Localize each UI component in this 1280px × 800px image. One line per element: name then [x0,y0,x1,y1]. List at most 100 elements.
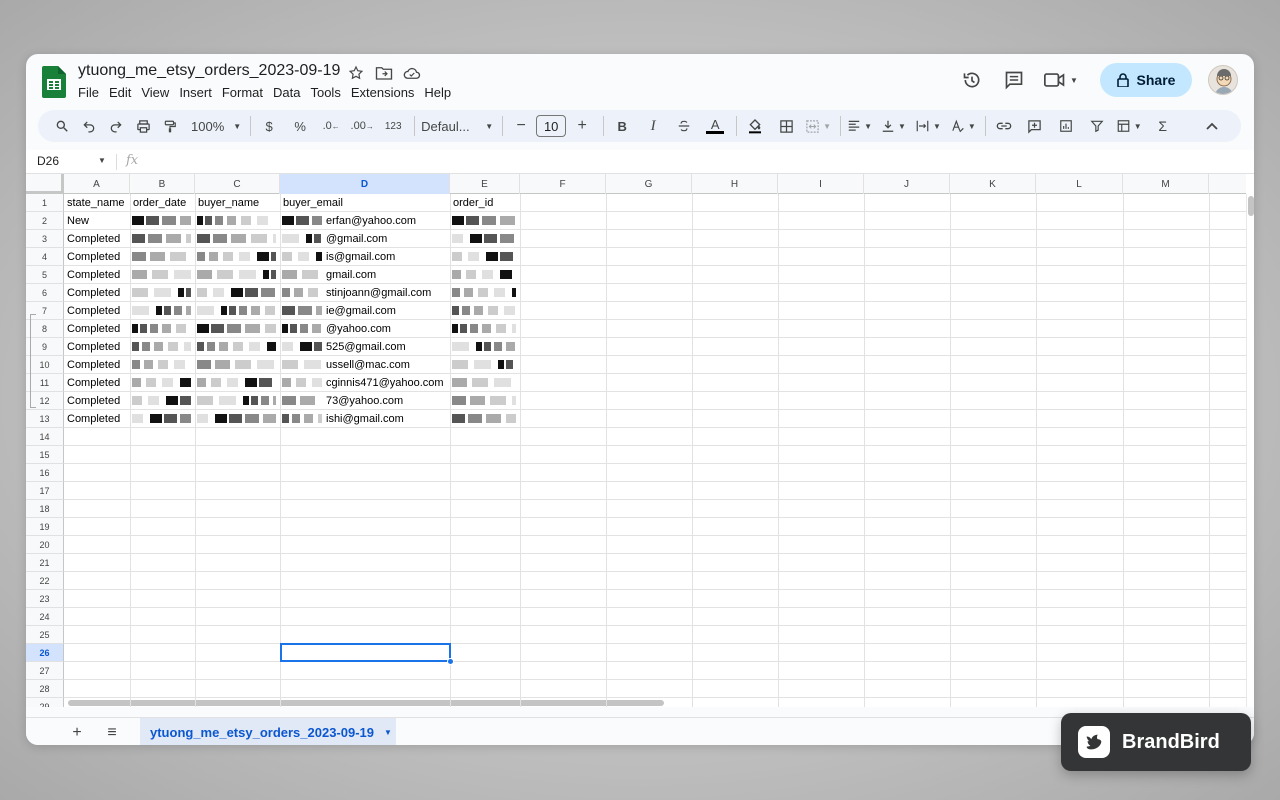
video-call-icon[interactable]: ▼ [1038,62,1084,98]
merge-cells-icon[interactable]: ▼ [805,114,831,138]
state-name-cell[interactable]: Completed [64,248,130,266]
avatar[interactable] [1208,65,1238,95]
column-header-i[interactable]: I [778,174,864,194]
buyer-email-cell[interactable]: cginnis471@yahoo.com [326,374,450,392]
filter-views-icon[interactable]: ▼ [1116,114,1142,138]
row-group-bracket[interactable] [30,314,36,408]
menu-file[interactable]: File [78,84,109,102]
row-header-22[interactable]: 22 [26,572,64,590]
insert-chart-icon[interactable] [1054,114,1078,138]
menu-format[interactable]: Format [222,84,273,102]
state-name-cell[interactable]: Completed [64,266,130,284]
font-size-input[interactable]: 10 [536,115,567,137]
zoom-select[interactable]: 100% ▼ [191,114,241,138]
bold-button[interactable]: B [610,114,634,138]
increase-font-size-button[interactable]: + [570,114,594,138]
italic-button[interactable]: I [641,114,665,138]
share-button[interactable]: Share [1100,63,1192,97]
collapse-toolbar-icon[interactable] [1200,114,1224,138]
column-header-l[interactable]: L [1036,174,1123,194]
insert-link-icon[interactable] [992,114,1016,138]
name-box[interactable]: D26 [37,154,59,168]
move-folder-icon[interactable] [374,63,394,83]
header-cell[interactable]: buyer_email [280,194,450,212]
row-header-23[interactable]: 23 [26,590,64,608]
row-header-6[interactable]: 6 [26,284,64,302]
strikethrough-button[interactable] [672,114,696,138]
state-name-cell[interactable]: Completed [64,284,130,302]
buyer-email-cell[interactable]: 525@gmail.com [326,338,450,356]
row-header-26[interactable]: 26 [26,644,64,662]
buyer-email-cell[interactable]: 73@yahoo.com [326,392,450,410]
buyer-email-cell[interactable]: @yahoo.com [326,320,450,338]
chevron-down-icon[interactable]: ▼ [384,728,392,737]
buyer-email-cell[interactable]: stinjoann@gmail.com [326,284,450,302]
functions-button[interactable]: Σ [1151,114,1175,138]
selected-cell[interactable] [280,643,451,662]
star-icon[interactable] [346,63,366,83]
horizontal-scroll-thumb[interactable] [68,700,664,706]
column-header-j[interactable]: J [864,174,950,194]
state-name-cell[interactable]: Completed [64,320,130,338]
decrease-font-size-button[interactable]: − [509,114,533,138]
font-select[interactable]: Defaul... ▼ [421,114,493,138]
header-cell[interactable]: state_name [64,194,130,212]
buyer-email-cell[interactable]: ishi@gmail.com [326,410,450,428]
row-header-16[interactable]: 16 [26,464,64,482]
menu-tools[interactable]: Tools [310,84,350,102]
sheets-logo-icon[interactable] [42,66,66,98]
state-name-cell[interactable]: Completed [64,356,130,374]
percent-format-button[interactable]: % [288,114,312,138]
buyer-email-cell[interactable]: ie@gmail.com [326,302,450,320]
select-all-corner[interactable] [26,174,64,194]
row-header-4[interactable]: 4 [26,248,64,266]
row-header-27[interactable]: 27 [26,662,64,680]
column-header-b[interactable]: B [130,174,195,194]
state-name-cell[interactable]: Completed [64,338,130,356]
increase-decimal-button[interactable]: .00 → [350,114,374,138]
column-header-k[interactable]: K [950,174,1036,194]
header-cell[interactable]: order_id [450,194,520,212]
buyer-email-cell[interactable]: erfan@yahoo.com [326,212,450,230]
row-header-1[interactable]: 1 [26,194,64,212]
row-header-13[interactable]: 13 [26,410,64,428]
insert-comment-icon[interactable] [1023,114,1047,138]
buyer-email-cell[interactable]: @gmail.com [326,230,450,248]
fill-handle[interactable] [447,658,454,665]
text-rotation-icon[interactable]: ▼ [950,114,976,138]
state-name-cell[interactable]: New [64,212,130,230]
spreadsheet-grid[interactable]: ABCDEFGHIJKLM 1 2 3 4 5 6 7 8 9 10 11 12 13 14 15 16 17 1… [26,174,1254,707]
menu-insert[interactable]: Insert [179,84,222,102]
state-name-cell[interactable]: Completed [64,230,130,248]
decrease-decimal-button[interactable]: .0 ← [319,114,343,138]
row-header-18[interactable]: 18 [26,500,64,518]
comment-icon[interactable] [996,62,1032,98]
header-cell[interactable]: order_date [130,194,195,212]
fill-color-icon[interactable] [743,114,767,138]
currency-format-button[interactable]: $ [257,114,281,138]
buyer-email-cell[interactable]: ussell@mac.com [326,356,450,374]
buyer-email-cell[interactable]: gmail.com [326,266,450,284]
menu-extensions[interactable]: Extensions [351,84,425,102]
column-header-h[interactable]: H [692,174,778,194]
paint-format-icon[interactable] [158,114,182,138]
vertical-align-icon[interactable]: ▼ [881,114,906,138]
sheet-tab-active[interactable]: ytuong_me_etsy_orders_2023-09-19 ▼ [140,718,396,745]
all-sheets-button[interactable]: ≡ [101,722,123,744]
state-name-cell[interactable]: Completed [64,302,130,320]
header-cell[interactable]: buyer_name [195,194,280,212]
row-header-2[interactable]: 2 [26,212,64,230]
column-header-c[interactable]: C [195,174,280,194]
row-header-5[interactable]: 5 [26,266,64,284]
document-title[interactable]: ytuong_me_etsy_orders_2023-09-19 [78,62,340,80]
column-header-f[interactable]: F [520,174,606,194]
column-header-e[interactable]: E [450,174,520,194]
history-icon[interactable] [954,62,990,98]
print-icon[interactable] [131,114,155,138]
state-name-cell[interactable]: Completed [64,374,130,392]
row-header-3[interactable]: 3 [26,230,64,248]
row-header-21[interactable]: 21 [26,554,64,572]
vertical-scroll-thumb[interactable] [1248,196,1254,216]
text-wrapping-icon[interactable]: ▼ [915,114,941,138]
menu-data[interactable]: Data [273,84,310,102]
